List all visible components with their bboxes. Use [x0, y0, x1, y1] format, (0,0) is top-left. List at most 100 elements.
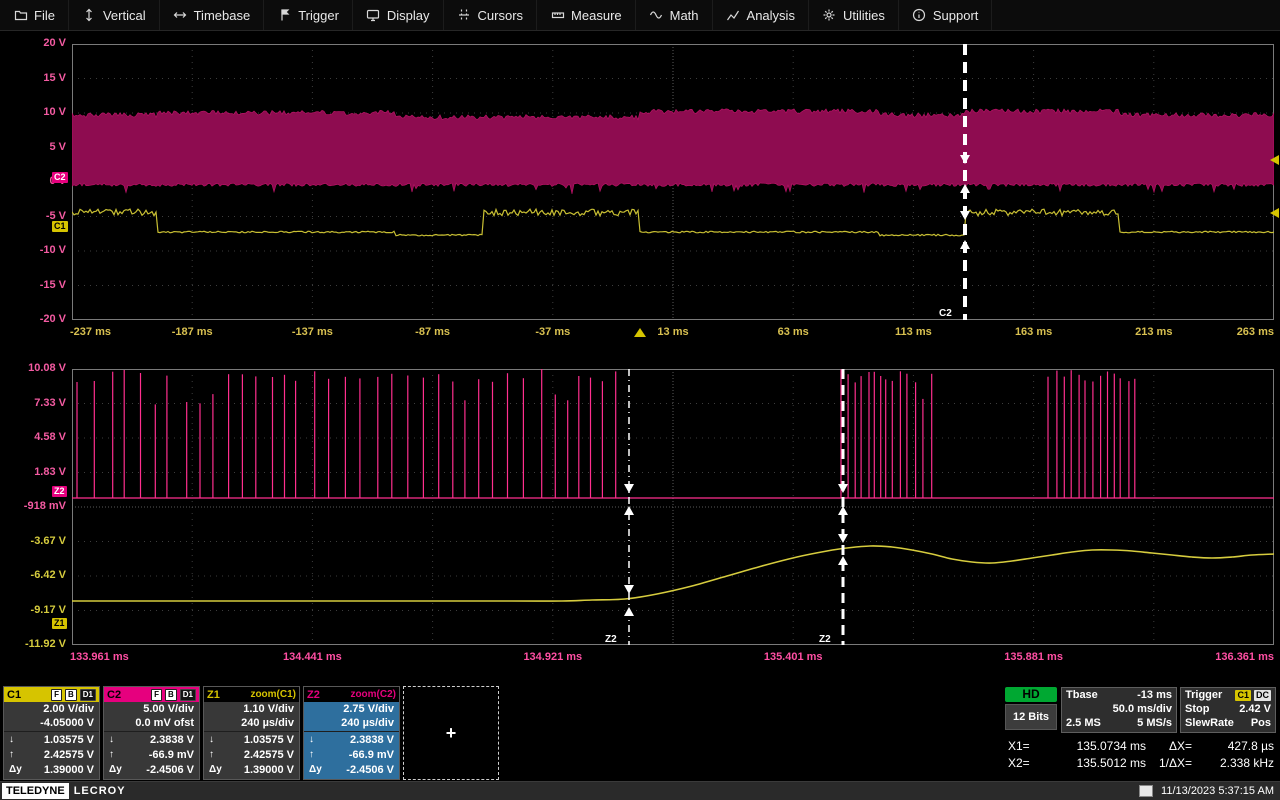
menu-item-measure[interactable]: Measure — [537, 0, 636, 30]
down-arrow-icon: ↓ — [9, 734, 14, 745]
scale-per-div: 2.00 V/div — [43, 703, 94, 715]
main-y-label: -5 V — [45, 209, 66, 222]
main-y-label: 20 V — [43, 37, 66, 49]
brand-logo: TELEDYNE LECROY — [0, 782, 126, 800]
measurement-value: -66.9 mV — [348, 748, 394, 761]
main-x-label: -137 ms — [291, 326, 333, 338]
tbase-points: 2.5 MS — [1066, 717, 1101, 729]
menu-item-label: Cursors — [477, 7, 524, 23]
measurement-value: -2.4506 V — [146, 763, 194, 776]
zoom-grid-canvas[interactable]: Z2 Z2 — [72, 369, 1274, 645]
x2-label: X2= — [1008, 755, 1030, 770]
c1-trace — [72, 207, 1274, 237]
delta-y: Δy — [309, 764, 322, 775]
main-grid-canvas[interactable]: C2 — [72, 44, 1274, 320]
zoom-x-label: 134.441 ms — [283, 651, 342, 663]
c1-offset-marker[interactable] — [1270, 208, 1279, 218]
trigger-coupling-badge: DC — [1254, 689, 1271, 701]
menu-item-cursors[interactable]: Cursors — [444, 0, 538, 30]
main-x-label: -87 ms — [415, 326, 451, 338]
descriptor-C1[interactable]: C1 F B D1 2.00 V/div -4.05000 V ↓ 1.03575 V ↑ 2.4… — [3, 686, 100, 780]
down-arrow-icon: ↓ — [209, 734, 214, 745]
menu-item-label: Timebase — [193, 7, 251, 23]
menu-item-display[interactable]: Display — [353, 0, 444, 30]
z2-trace-tag[interactable]: Z2 — [52, 486, 67, 497]
tbase-label: Tbase — [1066, 689, 1098, 701]
offset-value: -4.05000 V — [40, 717, 94, 729]
add-trace-button[interactable]: + — [403, 686, 499, 780]
x2-value: 135.5012 ms — [1076, 755, 1146, 770]
trigger-time-marker[interactable] — [634, 328, 646, 337]
file-icon — [13, 8, 28, 23]
add-trace-plus: + — [445, 722, 457, 743]
badge-f: F — [151, 688, 162, 701]
zoom-y-label: -918 mV — [23, 500, 66, 512]
up-arrow-icon: ↑ — [109, 749, 114, 760]
scale-per-div: 2.75 V/div — [343, 703, 394, 715]
menu-item-analysis[interactable]: Analysis — [713, 0, 809, 30]
dx-value: 427.8 µs — [1227, 738, 1274, 753]
hd-mode-badge[interactable]: HD — [1005, 687, 1057, 702]
system-tray-icon[interactable] — [1139, 785, 1154, 797]
menu-item-utilities[interactable]: Utilities — [809, 0, 899, 30]
menu-item-math[interactable]: Math — [636, 0, 713, 30]
measurement-row: Δy -2.4506 V — [304, 762, 399, 777]
measurement-row: ↑ 2.42575 V — [204, 747, 299, 762]
up-arrow-icon: ↑ — [9, 749, 14, 760]
c2-trace-tag[interactable]: C2 — [52, 172, 68, 183]
delta-y: Δy — [9, 764, 22, 775]
measurement-value: 2.42575 V — [43, 748, 94, 761]
svg-text:C2: C2 — [939, 308, 952, 319]
zoom-cursor-x2[interactable]: Z2 — [819, 369, 848, 645]
zoom-id: Z2 — [307, 688, 320, 701]
zoom-source-label: zoom(C1) — [250, 689, 296, 700]
timebase-icon — [173, 8, 188, 23]
brand-teledyne: TELEDYNE — [2, 783, 69, 799]
trigger-kind: SlewRate — [1185, 717, 1234, 729]
menu-item-vertical[interactable]: Vertical — [69, 0, 160, 30]
svg-text:Z2: Z2 — [819, 634, 831, 645]
main-y-label: 15 V — [43, 71, 66, 84]
measurement-value: 1.03575 V — [43, 733, 94, 746]
menu-item-support[interactable]: Support — [899, 0, 993, 30]
down-arrow-icon: ↓ — [309, 734, 314, 745]
zoom-source-label: zoom(C2) — [350, 689, 396, 700]
measurement-row: Δy 1.39000 V — [204, 762, 299, 777]
menu-item-label: Analysis — [746, 7, 795, 23]
fx-label: 1/ΔX= — [1158, 755, 1192, 770]
descriptor-C2[interactable]: C2 F B D1 5.00 V/div 0.0 mV ofst ↓ 2.3838 V ↑ -66… — [103, 686, 200, 780]
main-x-label: 263 ms — [1236, 326, 1274, 338]
zoom-id: Z1 — [207, 688, 220, 701]
trigger-panel[interactable]: Trigger C1 DC Stop 2.42 V SlewRate Pos — [1180, 687, 1276, 733]
main-x-label: 63 ms — [777, 326, 809, 338]
menu-item-label: Trigger — [298, 7, 339, 23]
datetime-display: 11/13/2023 5:37:15 AM — [1161, 785, 1274, 797]
c1-trace-tag[interactable]: C1 — [52, 221, 68, 232]
menu-item-timebase[interactable]: Timebase — [160, 0, 265, 30]
down-arrow-icon: ↓ — [109, 734, 114, 745]
measurement-row: Δy 1.39000 V — [4, 762, 99, 777]
measurement-value: 2.3838 V — [349, 733, 394, 746]
measurement-row: Δy -2.4506 V — [104, 762, 199, 777]
zoom-y-label: -6.42 V — [30, 569, 66, 581]
menu-item-file[interactable]: File — [0, 0, 69, 30]
z1-trace-tag[interactable]: Z1 — [52, 618, 67, 629]
measurement-value: 1.39000 V — [43, 763, 94, 776]
measure-icon — [550, 8, 565, 23]
timebase-panel[interactable]: Tbase -13 ms 50.0 ms/div 2.5 MS 5 MS/s — [1061, 687, 1177, 733]
c1-level-marker[interactable] — [1270, 155, 1279, 165]
support-icon — [912, 8, 927, 23]
analysis-icon — [726, 8, 741, 23]
menu-item-label: Measure — [571, 7, 622, 23]
descriptor-Z1[interactable]: Z1 zoom(C1) 1.10 V/div 240 µs/div ↓ 1.03575 V… — [203, 686, 300, 780]
trigger-mode: Stop — [1185, 703, 1210, 715]
descriptor-Z2[interactable]: Z2 zoom(C2) 2.75 V/div 240 µs/div ↓ 2.3838 V ↑… — [303, 686, 400, 780]
zoom-y-label: 10.08 V — [28, 362, 66, 374]
measurement-row: ↓ 2.3838 V — [104, 732, 199, 747]
trigger-icon — [277, 8, 292, 23]
math-icon — [649, 8, 664, 23]
zoom-y-label: -3.67 V — [30, 534, 66, 547]
badge-d1: D1 — [179, 688, 196, 701]
fx-value: 2.338 kHz — [1219, 755, 1274, 770]
menu-item-trigger[interactable]: Trigger — [264, 0, 353, 30]
